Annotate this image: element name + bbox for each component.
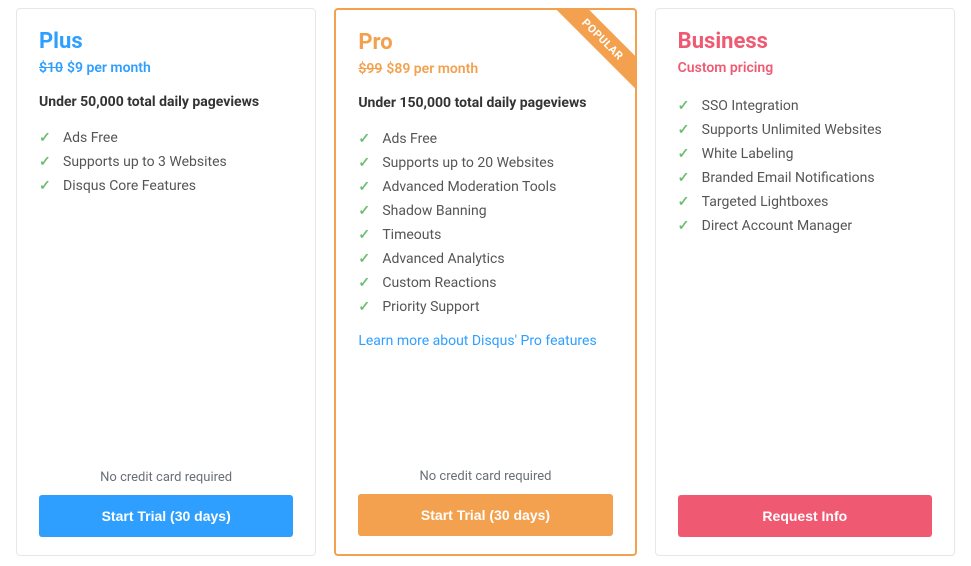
feature-item: ✓ Custom Reactions — [358, 271, 612, 295]
feature-text: Timeouts — [382, 227, 441, 243]
plan-old-price: $10 — [39, 60, 63, 76]
plan-card-business: Business Custom pricing ✓ SSO Integration ✓ S… — [655, 8, 955, 556]
feature-text: Direct Account Manager — [702, 218, 853, 234]
feature-item: ✓ Disqus Core Features — [39, 174, 293, 198]
plan-price-text: Custom pricing — [678, 60, 774, 76]
learn-more-link[interactable]: Learn more about Disqus' Pro features — [358, 333, 612, 349]
feature-list: ✓ Ads Free ✓ Supports up to 20 Websites ✓ Adv… — [358, 127, 612, 319]
check-icon: ✓ — [358, 155, 372, 171]
feature-item: ✓ Ads Free — [39, 126, 293, 150]
check-icon: ✓ — [39, 130, 53, 146]
feature-text: Branded Email Notifications — [702, 170, 875, 186]
request-info-button[interactable]: Request Info — [678, 495, 932, 537]
plan-subhead: Under 50,000 total daily pageviews — [39, 94, 293, 110]
start-trial-button[interactable]: Start Trial (30 days) — [39, 495, 293, 537]
feature-item: ✓ White Labeling — [678, 142, 932, 166]
check-icon: ✓ — [678, 146, 692, 162]
feature-item: ✓ Branded Email Notifications — [678, 166, 932, 190]
check-icon: ✓ — [39, 178, 53, 194]
feature-text: Supports Unlimited Websites — [702, 122, 882, 138]
feature-text: SSO Integration — [702, 98, 799, 114]
feature-text: Priority Support — [382, 299, 479, 315]
feature-item: ✓ Supports up to 3 Websites — [39, 150, 293, 174]
feature-item: ✓ Direct Account Manager — [678, 214, 932, 238]
check-icon: ✓ — [358, 251, 372, 267]
feature-list: ✓ SSO Integration ✓ Supports Unlimited Webs… — [678, 94, 932, 238]
check-icon: ✓ — [678, 170, 692, 186]
feature-text: Shadow Banning — [382, 203, 486, 219]
check-icon: ✓ — [358, 227, 372, 243]
feature-text: Custom Reactions — [382, 275, 496, 291]
plan-price: $99$89 per month — [358, 61, 612, 77]
plan-note: No credit card required — [39, 470, 293, 485]
plan-title: Plus — [39, 29, 293, 54]
feature-text: Disqus Core Features — [63, 178, 196, 194]
plan-card-plus: Plus $10$9 per month Under 50,000 total da… — [16, 8, 316, 556]
feature-list: ✓ Ads Free ✓ Supports up to 3 Websites ✓ Disq… — [39, 126, 293, 198]
check-icon: ✓ — [358, 131, 372, 147]
pricing-plans: Plus $10$9 per month Under 50,000 total da… — [16, 8, 955, 556]
feature-item: ✓ Priority Support — [358, 295, 612, 319]
feature-text: Targeted Lightboxes — [702, 194, 829, 210]
plan-subhead: Under 150,000 total daily pageviews — [358, 95, 612, 111]
feature-text: Advanced Analytics — [382, 251, 504, 267]
feature-item: ✓ Supports Unlimited Websites — [678, 118, 932, 142]
feature-text: Supports up to 20 Websites — [382, 155, 554, 171]
feature-item: ✓ Supports up to 20 Websites — [358, 151, 612, 175]
feature-item: ✓ Ads Free — [358, 127, 612, 151]
check-icon: ✓ — [678, 194, 692, 210]
check-icon: ✓ — [678, 122, 692, 138]
check-icon: ✓ — [358, 179, 372, 195]
check-icon: ✓ — [678, 98, 692, 114]
check-icon: ✓ — [39, 154, 53, 170]
feature-item: ✓ Timeouts — [358, 223, 612, 247]
plan-card-pro: POPULARPro$99$89 per monthUnder 150,000 … — [334, 8, 636, 556]
plan-price-text: $9 per month — [67, 60, 151, 76]
feature-text: Ads Free — [63, 130, 118, 146]
check-icon: ✓ — [358, 299, 372, 315]
feature-text: Advanced Moderation Tools — [382, 179, 556, 195]
plan-price: $10$9 per month — [39, 60, 293, 76]
check-icon: ✓ — [358, 203, 372, 219]
feature-text: Supports up to 3 Websites — [63, 154, 227, 170]
feature-item: ✓ SSO Integration — [678, 94, 932, 118]
feature-item: ✓ Targeted Lightboxes — [678, 190, 932, 214]
check-icon: ✓ — [358, 275, 372, 291]
feature-item: ✓ Advanced Moderation Tools — [358, 175, 612, 199]
plan-old-price: $99 — [358, 61, 382, 77]
start-trial-button[interactable]: Start Trial (30 days) — [358, 494, 612, 536]
plan-title: Pro — [358, 30, 612, 55]
feature-text: White Labeling — [702, 146, 794, 162]
feature-item: ✓ Advanced Analytics — [358, 247, 612, 271]
check-icon: ✓ — [678, 218, 692, 234]
feature-item: ✓ Shadow Banning — [358, 199, 612, 223]
plan-note: No credit card required — [358, 469, 612, 484]
plan-title: Business — [678, 29, 932, 54]
feature-text: Ads Free — [382, 131, 437, 147]
plan-price-text: $89 per month — [386, 61, 478, 77]
plan-price: Custom pricing — [678, 60, 932, 76]
